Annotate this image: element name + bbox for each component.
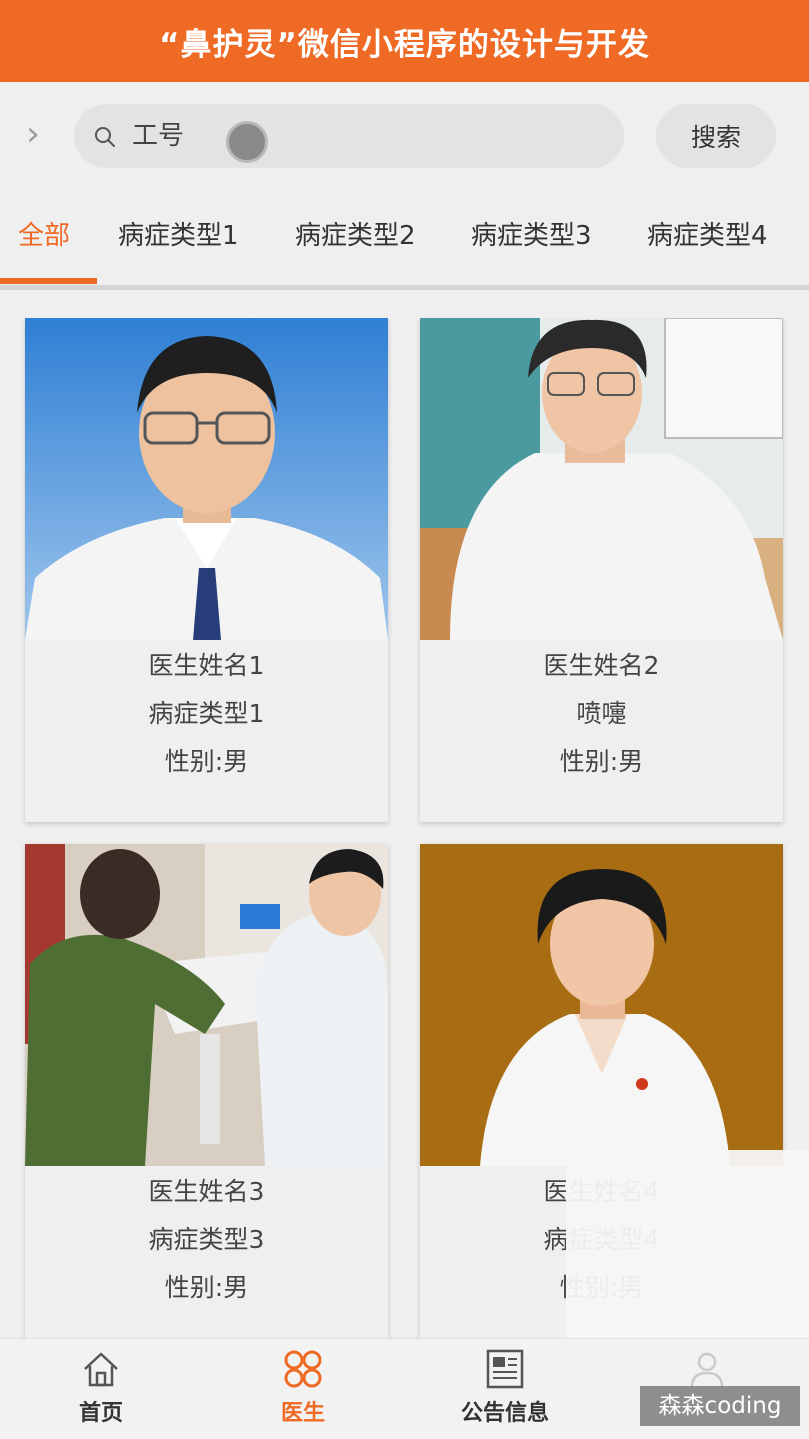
search-button[interactable]: 搜索 <box>656 104 776 168</box>
chevron-right-icon[interactable]: › <box>20 114 46 154</box>
search-box[interactable] <box>74 104 624 168</box>
app-header: “鼻护灵”微信小程序的设计与开发 <box>0 0 809 82</box>
doctor-gender: 性别:男 <box>164 1273 249 1302</box>
category-tabs: 全部 病症类型1 病症类型2 病症类型3 病症类型4 <box>0 200 809 290</box>
doctor-gender: 性别:男 <box>164 747 249 776</box>
doctor-card[interactable]: 医生姓名1 病症类型1 性别:男 <box>25 318 388 822</box>
newspaper-icon <box>486 1349 524 1389</box>
nav-label: 首页 <box>78 1401 123 1426</box>
tab-all[interactable]: 全部 <box>18 214 70 258</box>
grid-icon <box>284 1350 322 1388</box>
doctor-name: 医生姓名1 <box>148 651 265 680</box>
tab-disease-3[interactable]: 病症类型3 <box>471 214 592 258</box>
doctor-card[interactable]: 医生姓名2 喷嚏 性别:男 <box>420 318 783 822</box>
doctor-photo <box>420 318 783 640</box>
search-input[interactable] <box>132 116 592 156</box>
doctor-card[interactable]: 医生姓名3 病症类型3 性别:男 <box>25 844 388 1338</box>
search-row: › 搜索 <box>0 100 809 172</box>
doctor-list-page: “鼻护灵”微信小程序的设计与开发 › 搜索 全部 病症类型1 病症类型2 病症类… <box>0 0 809 1439</box>
nav-item-notice[interactable]: 公告信息 <box>430 1347 580 1437</box>
user-icon <box>690 1352 724 1388</box>
touch-indicator <box>226 121 268 163</box>
doctor-photo <box>25 844 388 1166</box>
doctor-disease: 喷嚏 <box>576 699 627 728</box>
doctor-disease: 病症类型3 <box>148 1225 265 1254</box>
tab-disease-1[interactable]: 病症类型1 <box>118 214 239 258</box>
home-icon <box>84 1352 118 1387</box>
tab-disease-2[interactable]: 病症类型2 <box>295 214 416 258</box>
doctor-gender: 性别:男 <box>559 747 644 776</box>
tab-disease-4[interactable]: 病症类型4 <box>647 214 768 258</box>
doctor-photo <box>420 844 783 1166</box>
nav-item-doctor[interactable]: 医生 <box>228 1347 378 1437</box>
doctor-disease: 病症类型1 <box>148 699 265 728</box>
nav-label: 公告信息 <box>460 1401 549 1426</box>
doctor-name: 医生姓名3 <box>148 1177 265 1206</box>
doctor-photo <box>25 318 388 640</box>
active-tab-indicator <box>0 278 97 284</box>
doctor-name: 医生姓名2 <box>543 651 660 680</box>
nav-item-home[interactable]: 首页 <box>26 1347 176 1437</box>
search-icon <box>95 127 115 147</box>
watermark: 森森coding <box>640 1386 800 1426</box>
page-title: “鼻护灵”微信小程序的设计与开发 <box>159 26 650 63</box>
nav-label: 医生 <box>280 1401 325 1426</box>
